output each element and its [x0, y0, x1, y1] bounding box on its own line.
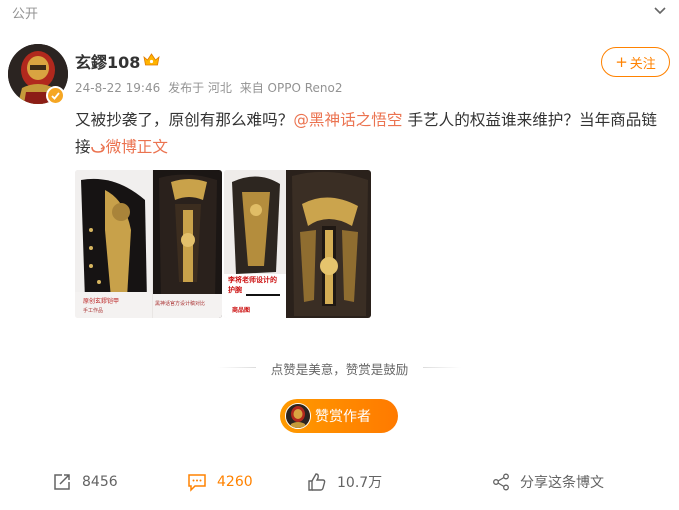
visibility-label: 公开 — [12, 7, 39, 22]
repost-icon — [54, 474, 70, 490]
image-thumbnail[interactable]: 李将老师设计的 护腕 商品图 — [224, 170, 371, 318]
like-count: 10.7万 — [337, 475, 383, 491]
repost-button[interactable]: 8456 — [52, 468, 118, 496]
weibo-link[interactable]: 微博正文 — [90, 138, 168, 156]
thumbs-up-icon — [308, 473, 326, 491]
image-caption: 原创玄鏐铠甲 — [83, 297, 119, 305]
image-caption: 黑神话官方设计稿对比 — [155, 300, 205, 307]
verified-badge-icon — [46, 86, 65, 105]
post-topbar: 公开 — [0, 0, 679, 22]
follow-button[interactable]: + 关注 — [601, 47, 670, 77]
link-icon — [90, 143, 105, 153]
reward-label: 赞赏作者 — [315, 409, 371, 425]
post-meta: 24-8-22 19:46 发布于 河北 来自 OPPO Reno2 — [75, 79, 346, 96]
image-caption: 商品图 — [232, 306, 250, 314]
post-time[interactable]: 24-8-22 19:46 — [75, 81, 160, 95]
comment-button[interactable]: 4260 — [187, 468, 253, 496]
crown-badge-icon — [143, 53, 160, 66]
encourage-text: 点赞是美意，赞赏是鼓励 — [270, 362, 409, 377]
share-label: 分享这条博文 — [520, 475, 604, 491]
post-text-part1: 又被抄袭了，原创有那么难吗？ — [75, 111, 294, 129]
image-caption: 手工作品 — [83, 307, 103, 314]
plus-icon: + — [615, 53, 628, 71]
avatar — [285, 403, 311, 429]
image-caption: 护腕 — [228, 285, 242, 294]
action-bar: 8456 4260 10.7万 分享这条博文 — [0, 468, 679, 496]
chevron-down-icon[interactable] — [652, 2, 668, 18]
image-thumbnail[interactable]: 原创玄鏐铠甲 手工作品 黑神话官方设计稿对比 — [75, 170, 222, 318]
post-location: 发布于 河北 — [168, 81, 232, 95]
comment-count: 4260 — [217, 474, 253, 490]
reward-button[interactable]: 赞赏作者 — [280, 399, 398, 433]
mention-link[interactable]: @黑神话之悟空 — [293, 111, 402, 129]
username[interactable]: 玄鏐108 — [75, 49, 140, 73]
repost-count: 8456 — [82, 474, 118, 490]
post-text: 又被抄袭了，原创有那么难吗？@黑神话之悟空 手艺人的权益谁来维护？当年商品链接微… — [75, 107, 670, 161]
comment-icon — [188, 474, 206, 492]
image-caption: 李将老师设计的 — [227, 275, 277, 284]
share-button[interactable]: 分享这条博文 — [492, 468, 604, 496]
post-source: 来自 OPPO Reno2 — [239, 81, 343, 95]
share-icon — [493, 473, 509, 491]
follow-label: 关注 — [629, 56, 656, 72]
weibo-link-label: 微博正文 — [105, 138, 168, 156]
like-button[interactable]: 10.7万 — [307, 468, 382, 496]
